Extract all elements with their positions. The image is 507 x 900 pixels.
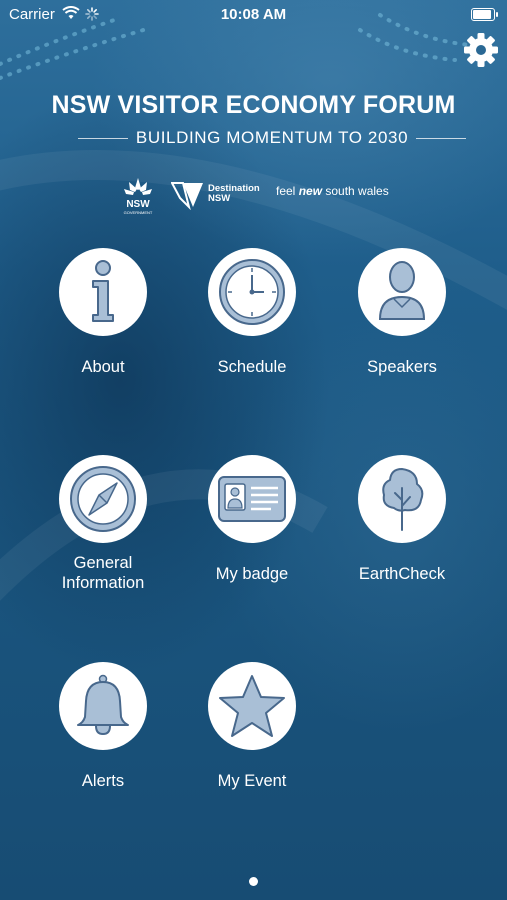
my-badge-label: My badge [215,565,289,583]
nsw-logo-word: NSW [126,199,150,210]
destination-line2: NSW [208,193,231,204]
my-event-label: My Event [217,772,287,790]
my-badge-button[interactable] [208,455,296,543]
clock-time: 10:08 AM [220,6,287,23]
subtitle-row: BUILDING MOMENTUM TO 2030 [78,127,467,149]
compass-icon [70,466,136,532]
about-button[interactable] [59,248,147,336]
status-bar: Carrier 10:08 AM [0,0,507,28]
clock-icon [219,259,285,325]
menu-tile-my-badge[interactable]: My badge [182,455,322,584]
speakers-label: Speakers [367,358,437,376]
menu-tile-schedule[interactable]: Schedule [182,248,322,377]
alerts-button[interactable] [59,662,147,750]
menu-tile-my-event[interactable]: My Event [182,662,322,791]
menu-tile-about[interactable]: About [33,248,173,377]
event-title: NSW VISITOR ECONOMY FORUM [51,91,456,119]
feel-new-south-wales-logo: feel new south wales [276,184,389,198]
tree-icon [382,468,424,531]
earthcheck-label: EarthCheck [358,565,446,583]
feel-new: new [298,184,323,198]
nsw-logo-small: GOVERNMENT [124,210,153,215]
general-information-button[interactable] [59,455,147,543]
destination-nsw-logo: Destination NSW [171,180,261,210]
menu-tile-earthcheck[interactable]: EarthCheck [332,455,472,584]
menu-tile-general-information[interactable]: General Information [33,455,173,593]
destination-nsw-mark-icon [171,182,203,210]
menu-tile-alerts[interactable]: Alerts [33,662,173,791]
badge-icon [218,476,286,522]
bell-icon [77,674,129,736]
settings-gear-icon[interactable] [461,30,501,70]
speakers-button[interactable] [358,248,446,336]
battery-icon [471,8,498,21]
earthcheck-button[interactable] [358,455,446,543]
page-indicator-dot [249,877,258,886]
info-icon [92,260,114,322]
nsw-government-logo: NSW GOVERNMENT [124,178,153,215]
star-icon [219,675,285,737]
event-subtitle: BUILDING MOMENTUM TO 2030 [135,128,409,147]
schedule-label: Schedule [217,358,287,376]
general-information-label: General Information [61,554,145,592]
person-icon [378,261,426,320]
menu-tile-speakers[interactable]: Speakers [332,248,472,377]
feel-prefix: feel [276,184,299,198]
schedule-button[interactable] [208,248,296,336]
feel-suffix: south wales [322,184,389,198]
about-label: About [81,358,125,376]
subtitle-divider-right [416,137,467,139]
sponsor-logos: NSW GOVERNMENT Destination NSW feel new … [0,176,507,216]
subtitle-divider-left [78,137,128,139]
alerts-label: Alerts [81,772,125,790]
my-event-button[interactable] [208,662,296,750]
